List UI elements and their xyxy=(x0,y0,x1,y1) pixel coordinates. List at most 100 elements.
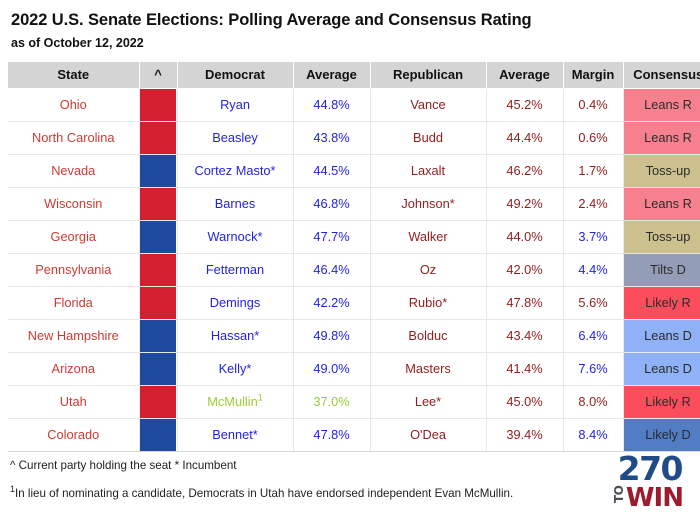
cell-republican[interactable]: Vance xyxy=(370,88,487,122)
cell-state[interactable]: Arizona xyxy=(8,352,140,386)
consensus-rating-badge: Leans D xyxy=(623,352,700,385)
cell-margin: 1.7% xyxy=(563,154,624,188)
cell-democrat-average: 44.8% xyxy=(293,88,371,122)
cell-state[interactable]: Utah xyxy=(8,385,140,419)
cell-state[interactable]: Nevada xyxy=(8,154,140,188)
table-row[interactable]: Florida Demings 42.2% Rubio* 47.8% 5.6% Likely… xyxy=(8,286,700,320)
cell-republican[interactable]: Johnson* xyxy=(370,187,487,221)
consensus-rating-badge: Likely R xyxy=(623,286,700,319)
cell-democrat[interactable]: Cortez Masto* xyxy=(177,154,294,188)
consensus-rating-badge: Leans R xyxy=(623,121,700,154)
party-indicator-bar xyxy=(140,418,176,451)
table-row[interactable]: Utah McMullin1 37.0% Lee* 45.0% 8.0% Likely R xyxy=(8,385,700,419)
cell-state[interactable]: New Hampshire xyxy=(8,319,140,353)
cell-republican-average: 45.0% xyxy=(486,385,564,419)
cell-democrat[interactable]: Ryan xyxy=(177,88,294,122)
cell-margin: 6.4% xyxy=(563,319,624,353)
democrat-candidate: Fetterman xyxy=(205,262,265,278)
cell-consensus: Leans D xyxy=(623,319,700,353)
page-subtitle: as of October 12, 2022 xyxy=(11,35,144,50)
cell-margin: 0.4% xyxy=(563,88,624,122)
cell-democrat-average: 42.2% xyxy=(293,286,371,320)
cell-margin: 8.0% xyxy=(563,385,624,419)
cell-margin: 8.4% xyxy=(563,418,624,452)
cell-democrat[interactable]: Beasley xyxy=(177,121,294,155)
margin-value: 1.7% xyxy=(578,163,608,179)
cell-republican-average: 49.2% xyxy=(486,187,564,221)
republican-candidate: Lee* xyxy=(414,394,442,410)
cell-republican-average: 44.0% xyxy=(486,220,564,254)
democrat-average-value: 42.2% xyxy=(313,295,350,311)
party-indicator-bar xyxy=(140,88,176,121)
cell-consensus: Leans R xyxy=(623,88,700,122)
column-header-margin[interactable]: Margin xyxy=(563,61,624,89)
margin-value: 4.4% xyxy=(578,262,608,278)
republican-average-value: 46.2% xyxy=(506,163,543,179)
republican-average-value: 39.4% xyxy=(506,427,543,443)
column-header-democrat-average[interactable]: Average xyxy=(293,61,371,89)
table-row[interactable]: Wisconsin Barnes 46.8% Johnson* 49.2% 2.4% Lea… xyxy=(8,187,700,221)
column-header-party-bar[interactable]: ^ xyxy=(139,61,178,89)
cell-democrat-average: 44.5% xyxy=(293,154,371,188)
cell-democrat-average: 37.0% xyxy=(293,385,371,419)
democrat-candidate: Ryan xyxy=(220,97,250,113)
cell-republican-average: 45.2% xyxy=(486,88,564,122)
cell-republican[interactable]: Lee* xyxy=(370,385,487,419)
270towin-logo[interactable]: 270 TO WIN xyxy=(591,452,684,511)
consensus-rating-badge: Toss-up xyxy=(623,220,700,253)
cell-party-bar xyxy=(139,154,178,188)
republican-candidate: Vance xyxy=(410,97,446,113)
column-header-consensus[interactable]: Consensus xyxy=(623,61,700,89)
cell-republican[interactable]: O'Dea xyxy=(370,418,487,452)
header-row: State ^ Democrat Average Republican Aver… xyxy=(8,61,700,89)
cell-republican[interactable]: Bolduc xyxy=(370,319,487,353)
table-row[interactable]: Georgia Warnock* 47.7% Walker 44.0% 3.7% Toss-… xyxy=(8,220,700,254)
democrat-candidate: Hassan* xyxy=(210,328,260,344)
cell-democrat[interactable]: Hassan* xyxy=(177,319,294,353)
cell-republican[interactable]: Masters xyxy=(370,352,487,386)
table-row[interactable]: Colorado Bennet* 47.8% O'Dea 39.4% 8.4% Likely… xyxy=(8,418,700,452)
column-header-democrat[interactable]: Democrat xyxy=(177,61,294,89)
senate-elections-page: 2022 U.S. Senate Elections: Polling Aver… xyxy=(0,0,700,523)
cell-democrat[interactable]: Barnes xyxy=(177,187,294,221)
column-header-republican[interactable]: Republican xyxy=(370,61,487,89)
cell-consensus: Leans R xyxy=(623,187,700,221)
table-row[interactable]: Pennsylvania Fetterman 46.4% Oz 42.0% 4.4% Til… xyxy=(8,253,700,287)
cell-republican[interactable]: Walker xyxy=(370,220,487,254)
republican-average-value: 43.4% xyxy=(506,328,543,344)
cell-state[interactable]: North Carolina xyxy=(8,121,140,155)
cell-state[interactable]: Colorado xyxy=(8,418,140,452)
cell-republican[interactable]: Rubio* xyxy=(370,286,487,320)
cell-democrat[interactable]: Bennet* xyxy=(177,418,294,452)
republican-candidate: Budd xyxy=(413,130,443,146)
cell-democrat[interactable]: Kelly* xyxy=(177,352,294,386)
cell-democrat[interactable]: Demings xyxy=(177,286,294,320)
cell-democrat[interactable]: Warnock* xyxy=(177,220,294,254)
cell-state[interactable]: Ohio xyxy=(8,88,140,122)
democrat-average-value: 49.0% xyxy=(313,361,350,377)
table-row[interactable]: Arizona Kelly* 49.0% Masters 41.4% 7.6% Leans … xyxy=(8,352,700,386)
state-name: North Carolina xyxy=(31,130,115,146)
table-row[interactable]: Nevada Cortez Masto* 44.5% Laxalt 46.2% 1.7% T… xyxy=(8,154,700,188)
cell-state[interactable]: Georgia xyxy=(8,220,140,254)
cell-republican[interactable]: Oz xyxy=(370,253,487,287)
cell-democrat-average: 49.0% xyxy=(293,352,371,386)
cell-state[interactable]: Pennsylvania xyxy=(8,253,140,287)
republican-average-value: 44.4% xyxy=(506,130,543,146)
democrat-candidate-footnote-marker: 1 xyxy=(257,393,263,404)
democrat-candidate: Demings xyxy=(209,295,261,311)
cell-democrat[interactable]: Fetterman xyxy=(177,253,294,287)
cell-republican[interactable]: Budd xyxy=(370,121,487,155)
table-row[interactable]: Ohio Ryan 44.8% Vance 45.2% 0.4% Leans R xyxy=(8,88,700,122)
cell-republican[interactable]: Laxalt xyxy=(370,154,487,188)
cell-state[interactable]: Wisconsin xyxy=(8,187,140,221)
table-row[interactable]: New Hampshire Hassan* 49.8% Bolduc 43.4% 6.4%… xyxy=(8,319,700,353)
column-header-state[interactable]: State xyxy=(8,61,140,89)
republican-candidate: Bolduc xyxy=(408,328,448,344)
column-header-republican-average[interactable]: Average xyxy=(486,61,564,89)
cell-democrat[interactable]: McMullin1 xyxy=(177,385,294,419)
cell-state[interactable]: Florida xyxy=(8,286,140,320)
table-row[interactable]: North Carolina Beasley 43.8% Budd 44.4% 0.6% L… xyxy=(8,121,700,155)
party-indicator-bar xyxy=(140,286,176,319)
cell-consensus: Likely D xyxy=(623,418,700,452)
